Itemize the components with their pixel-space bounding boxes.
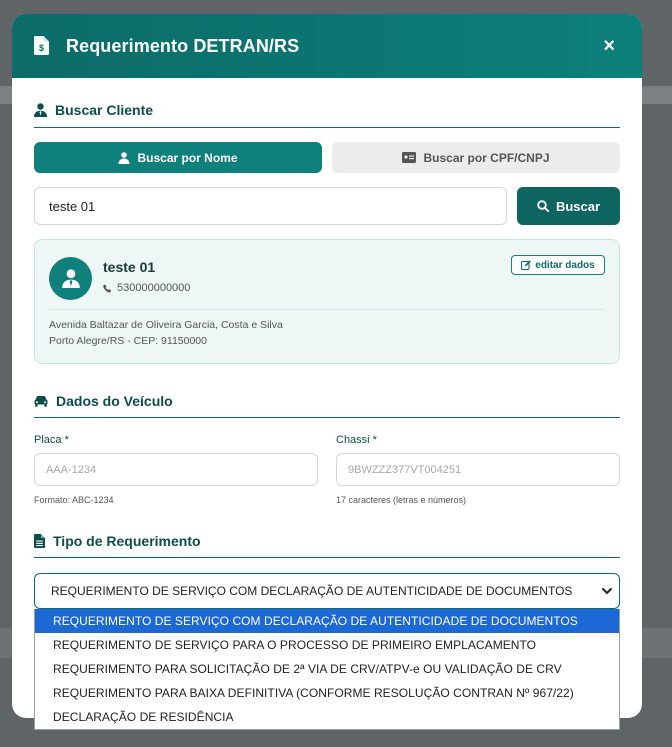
plate-hint: Formato: ABC-1234 xyxy=(34,495,114,505)
plate-input[interactable]: AAA-1234 xyxy=(34,453,318,486)
dropdown-option[interactable]: DECLARAÇÃO DE RESIDÊNCIA xyxy=(35,705,619,729)
dropdown-option[interactable]: REQUERIMENTO PARA SOLICITAÇÃO DE 2ª VIA … xyxy=(35,657,619,681)
section-title-text: Dados do Veículo xyxy=(56,393,173,409)
section-title-tipo-requerimento: Tipo de Requerimento xyxy=(34,533,201,549)
edit-icon xyxy=(521,260,532,270)
search-button-label: Buscar xyxy=(555,198,601,214)
client-address-line1: Avenida Baltazar de Oliveira Garcia, Cos… xyxy=(49,319,283,331)
section-divider xyxy=(34,557,620,558)
dropdown-option[interactable]: REQUERIMENTO DE SERVIÇO PARA O PROCESSO … xyxy=(35,633,619,657)
phone-icon xyxy=(103,283,112,293)
car-icon xyxy=(34,395,48,407)
avatar xyxy=(49,257,92,300)
section-divider xyxy=(34,127,620,128)
section-title-text: Buscar Cliente xyxy=(55,102,154,118)
tab-label: Buscar por CPF/CNPJ xyxy=(423,150,550,165)
search-icon xyxy=(537,200,549,212)
client-card: teste 01 530000000000 editar dados Aveni… xyxy=(34,239,620,364)
request-type-selected-value: REQUERIMENTO DE SERVIÇO COM DECLARAÇÃO D… xyxy=(51,584,573,598)
dropdown-option[interactable]: REQUERIMENTO DE SERVIÇO COM DECLARAÇÃO D… xyxy=(35,609,619,633)
client-phone-number: 530000000000 xyxy=(117,282,191,294)
file-alt-icon xyxy=(34,534,45,548)
section-title-text: Tipo de Requerimento xyxy=(53,533,201,549)
chassis-hint: 17 caracteres (letras e números) xyxy=(336,495,467,505)
client-address-line2: Porto Alegre/RS - CEP: 91150000 xyxy=(49,335,207,347)
plate-label: Placa * xyxy=(34,434,69,446)
id-card-icon xyxy=(402,152,417,163)
chassis-label: Chassi * xyxy=(336,434,377,446)
section-title-dados-veiculo: Dados do Veículo xyxy=(34,393,173,409)
modal-title: Requerimento DETRAN/RS xyxy=(66,35,300,56)
client-search-input[interactable]: teste 01 xyxy=(34,187,507,225)
user-icon xyxy=(118,151,130,164)
user-tie-icon xyxy=(34,103,47,117)
close-button[interactable]: × xyxy=(603,35,615,58)
tab-search-by-name[interactable]: Buscar por Nome xyxy=(34,142,322,173)
chevron-down-icon xyxy=(602,588,612,594)
user-tie-icon xyxy=(61,269,80,288)
search-button[interactable]: Buscar xyxy=(517,187,620,225)
section-divider xyxy=(34,417,620,418)
chassis-input[interactable]: 9BWZZZ377VT004251 xyxy=(336,453,620,486)
modal-header: $ Requerimento DETRAN/RS × xyxy=(12,14,642,78)
file-invoice-dollar-icon: $ xyxy=(34,36,52,56)
dropdown-option[interactable]: REQUERIMENTO PARA BAIXA DEFINITIVA (CONF… xyxy=(35,681,619,705)
section-title-buscar-cliente: Buscar Cliente xyxy=(34,102,153,118)
tab-label: Buscar por Nome xyxy=(137,150,238,165)
request-type-dropdown: REQUERIMENTO DE SERVIÇO COM DECLARAÇÃO D… xyxy=(34,609,620,730)
card-divider xyxy=(49,309,605,310)
request-type-select[interactable]: REQUERIMENTO DE SERVIÇO COM DECLARAÇÃO D… xyxy=(34,573,620,609)
edit-client-button[interactable]: editar dados xyxy=(511,255,605,275)
client-name: teste 01 xyxy=(103,259,156,275)
client-phone: 530000000000 xyxy=(103,282,190,294)
svg-text:$: $ xyxy=(39,43,44,53)
edit-client-label: editar dados xyxy=(535,259,595,271)
tab-search-by-document[interactable]: Buscar por CPF/CNPJ xyxy=(332,142,620,173)
